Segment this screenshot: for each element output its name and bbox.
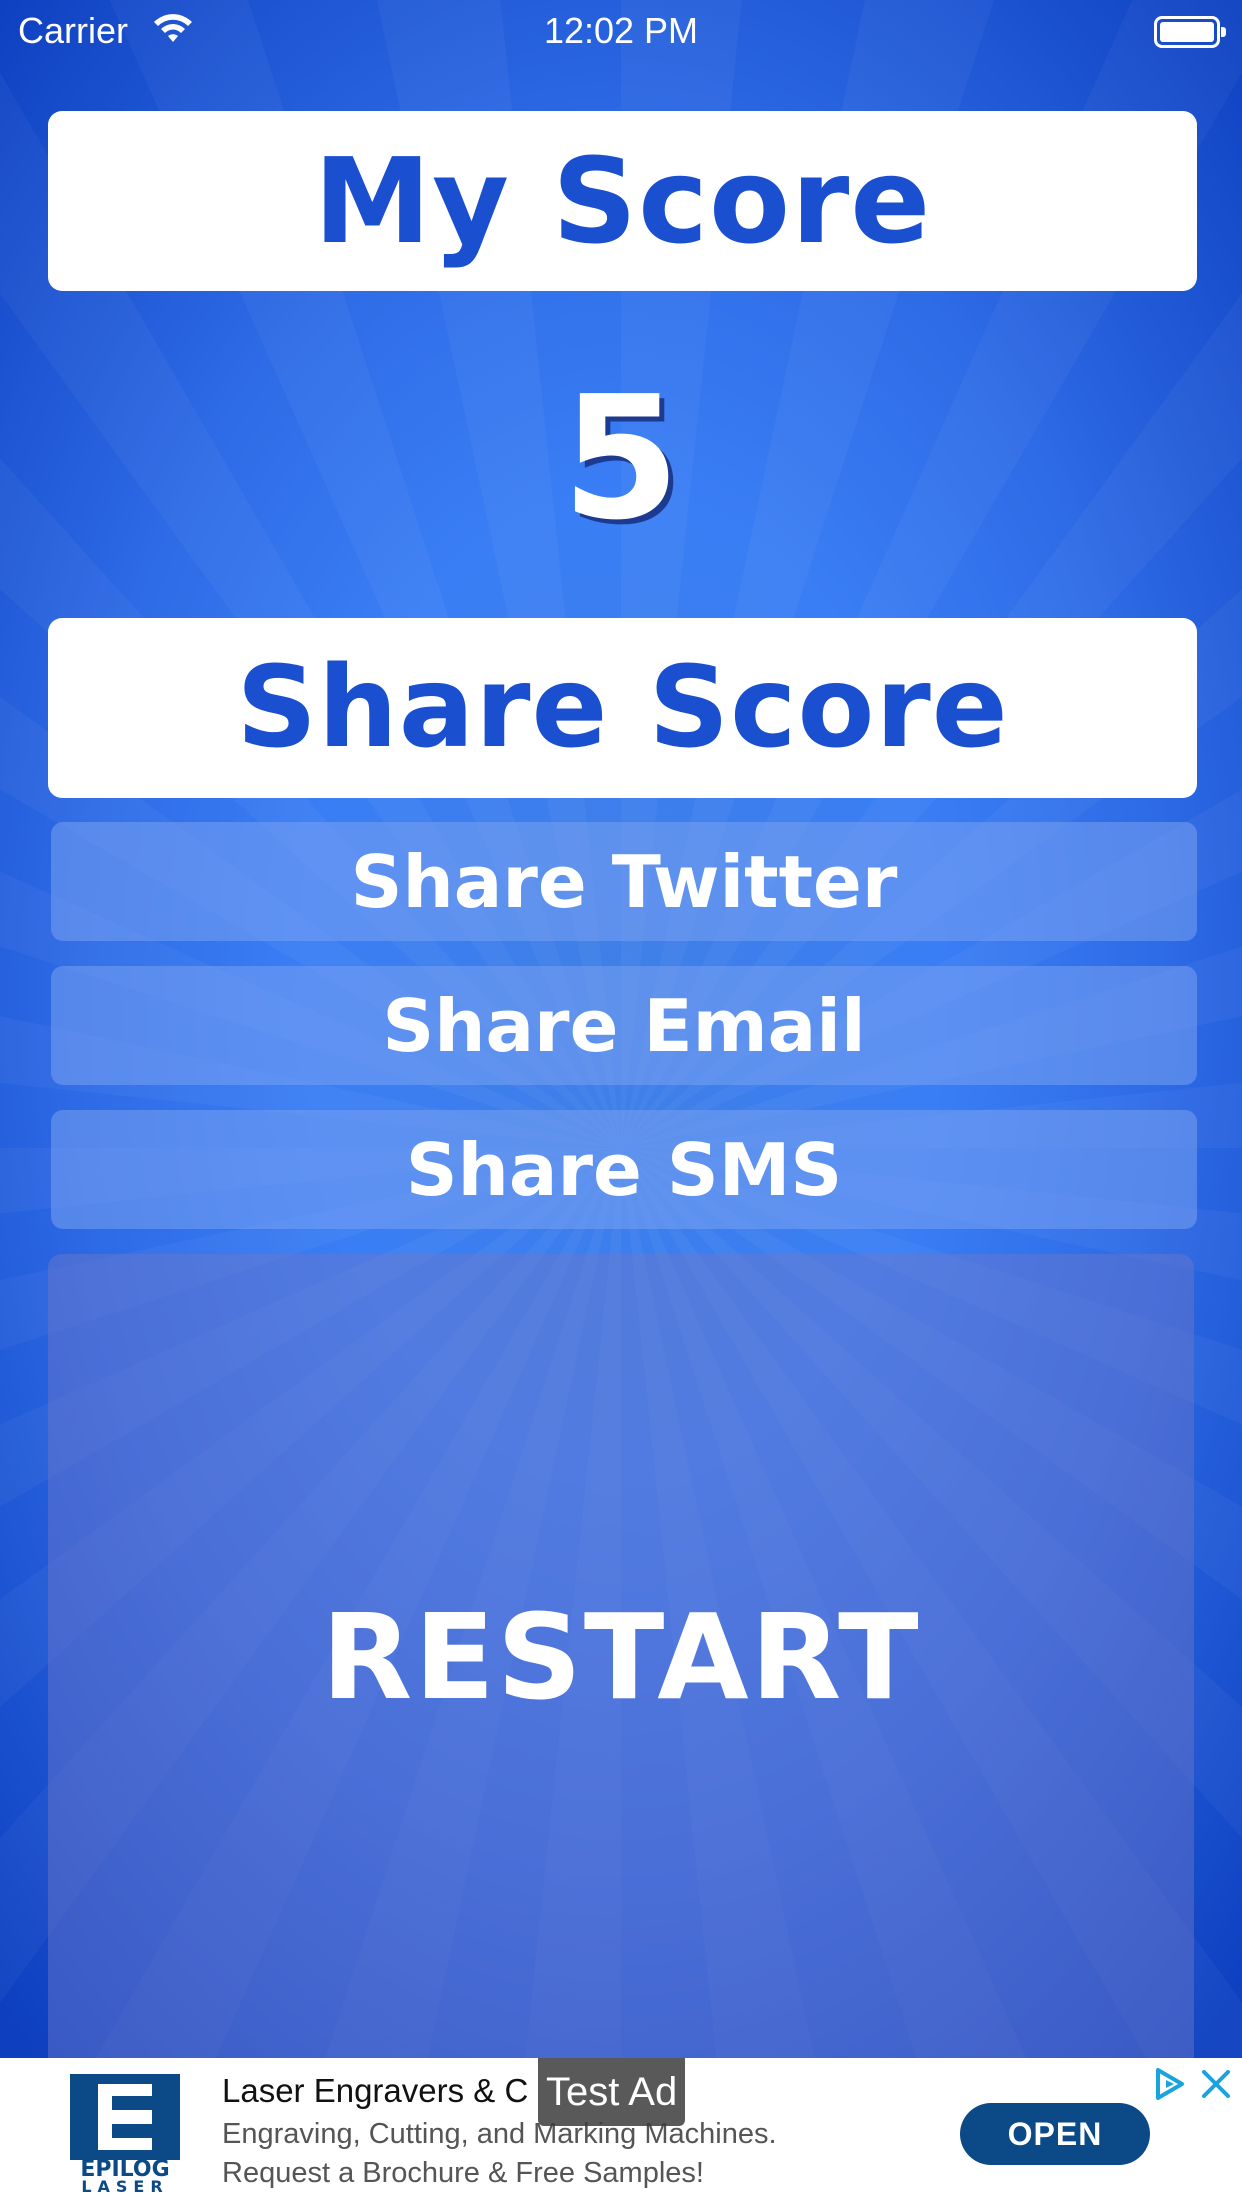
share-email-button[interactable]: Share Email [51,966,1197,1085]
adchoices-icon[interactable] [1152,2066,1188,2102]
ad-headline[interactable]: Laser Engravers & C [222,2072,562,2110]
test-ad-label: Test Ad [538,2058,686,2126]
status-bar: Carrier 12:02 PM [0,0,1242,62]
clock: 12:02 PM [543,10,699,51]
epilog-logo: EPILOG LASER [70,2074,180,2192]
ad-description-line-1: Engraving, Cutting, and Marking Machines… [222,2118,777,2150]
score-value: 5 [561,360,681,558]
ad-open-button[interactable]: OPEN [960,2103,1150,2165]
ad-description-line-2: Request a Brochure & Free Samples! [222,2157,704,2189]
svg-text:LASER: LASER [81,2177,168,2192]
ad-banner[interactable]: EPILOG LASER Laser Engravers & C Engravi… [0,2058,1242,2208]
share-sms-button[interactable]: Share SMS [51,1110,1197,1229]
share-twitter-button[interactable]: Share Twitter [51,822,1197,941]
page-title: My Score [48,111,1197,291]
share-score-header: Share Score [48,618,1197,798]
restart-button[interactable]: RESTART [48,1254,1194,2060]
battery-icon [1154,16,1226,48]
close-icon[interactable] [1198,2066,1234,2102]
